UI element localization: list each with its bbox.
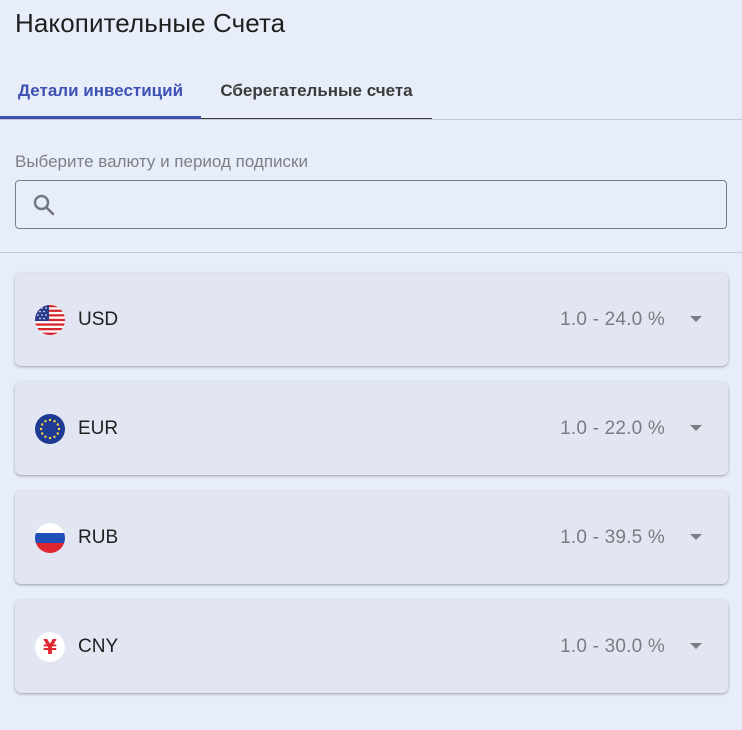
search-icon — [30, 191, 58, 219]
currency-rate: 1.0 - 30.0 % — [560, 635, 665, 657]
search-label: Выберите валюту и период подписки — [15, 152, 308, 171]
currency-rate: 1.0 - 22.0 % — [560, 417, 665, 439]
currency-card-eur[interactable]: EUR 1.0 - 22.0 % — [15, 382, 728, 475]
chevron-down-icon[interactable] — [690, 643, 702, 649]
currency-code: USD — [78, 308, 119, 330]
divider — [0, 252, 742, 253]
currency-rate: 1.0 - 39.5 % — [560, 526, 665, 548]
currency-list: USD 1.0 - 24.0 % EUR 1.0 - 22.0 % RUB 1.… — [15, 273, 728, 709]
currency-card-usd[interactable]: USD 1.0 - 24.0 % — [15, 273, 728, 366]
tab-savings-accounts[interactable]: Сберегательные счета — [201, 62, 432, 119]
currency-code: RUB — [78, 526, 119, 548]
currency-card-rub[interactable]: RUB 1.0 - 39.5 % — [15, 491, 728, 584]
currency-code: EUR — [78, 417, 119, 439]
chevron-down-icon[interactable] — [690, 534, 702, 540]
currency-code: CNY — [78, 635, 119, 657]
yuan-symbol: ¥ — [43, 635, 57, 659]
ru-flag-icon — [35, 522, 65, 553]
search-input[interactable] — [58, 181, 726, 228]
search-box[interactable] — [15, 180, 727, 229]
eu-flag-icon — [35, 413, 65, 444]
tab-bar: Детали инвестиций Сберегательные счета — [0, 62, 742, 120]
page-title: Накопительные Счета — [15, 8, 286, 38]
chevron-down-icon[interactable] — [690, 316, 702, 322]
cny-yuan-icon: ¥ — [35, 631, 65, 662]
tab-investment-details[interactable]: Детали инвестиций — [0, 62, 201, 119]
currency-rate: 1.0 - 24.0 % — [560, 308, 665, 330]
chevron-down-icon[interactable] — [690, 425, 702, 431]
us-flag-icon — [35, 304, 65, 335]
currency-card-cny[interactable]: ¥ CNY 1.0 - 30.0 % — [15, 600, 728, 693]
